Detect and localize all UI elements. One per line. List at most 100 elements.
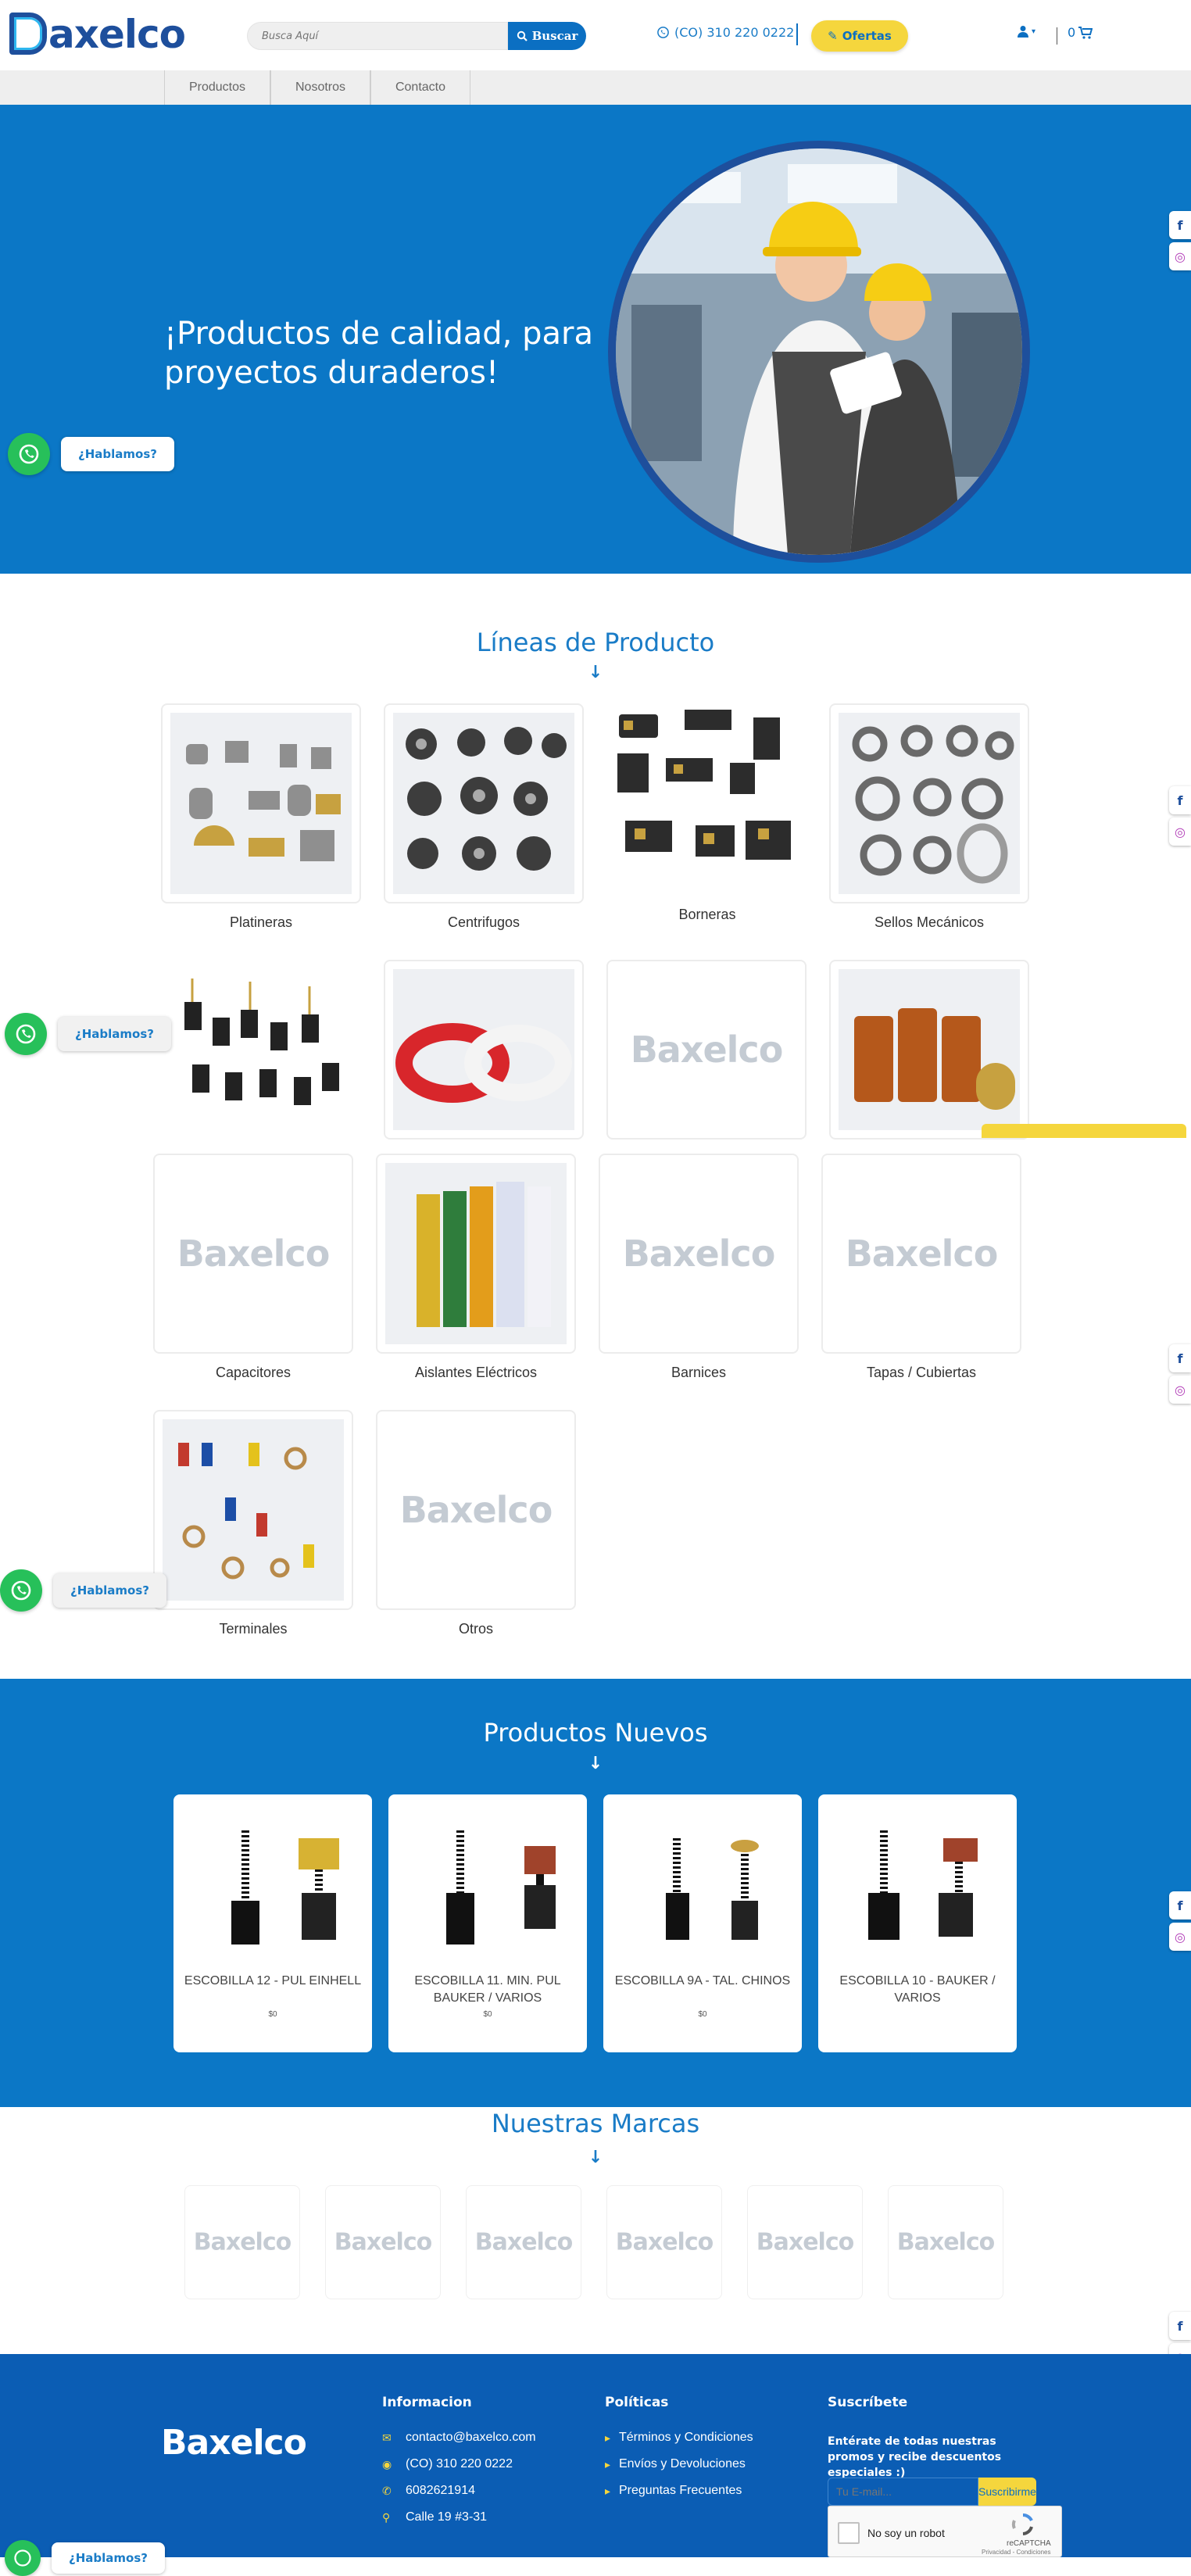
category-label[interactable]: Otros	[376, 1621, 576, 1637]
category-label[interactable]: Terminales	[153, 1621, 353, 1637]
caret-down-icon: ▾	[1032, 27, 1036, 36]
footer-email[interactable]: ✉ contacto@baxelco.com	[382, 2431, 536, 2445]
category-label[interactable]: Aislantes Eléctricos	[376, 1365, 576, 1381]
whatsapp-chat[interactable]: ¿Hablamos?	[8, 433, 174, 475]
instagram-icon[interactable]: ◎	[1169, 242, 1191, 270]
product-name: ESCOBILLA 11. MIN. PUL BAUKER / VARIOS	[414, 1974, 561, 2005]
lineas-title: Líneas de Producto	[476, 628, 715, 657]
whatsapp-bubble[interactable]: ¿Hablamos?	[61, 437, 174, 471]
category-label[interactable]: Tapas / Cubiertas	[821, 1365, 1021, 1381]
category-card-placeholder[interactable]: Baxelco	[606, 960, 807, 1140]
whatsapp-bubble[interactable]: ¿Hablamos?	[52, 2542, 165, 2574]
whatsapp-icon[interactable]	[0, 1569, 42, 1612]
nuevos-title: Productos Nuevos	[483, 1718, 708, 1748]
footer-email-text: contacto@baxelco.com	[406, 2431, 536, 2444]
brand-card[interactable]: Baxelco	[466, 2185, 581, 2299]
footer-policies-title: Políticas	[605, 2395, 669, 2410]
category-card-tapas[interactable]: Baxelco	[821, 1154, 1021, 1354]
category-label[interactable]: Centrifugos	[384, 914, 584, 931]
brand-card[interactable]: Baxelco	[606, 2185, 722, 2299]
whatsapp-bubble[interactable]: ¿Hablamos?	[58, 1017, 171, 1051]
brand-card[interactable]: Baxelco	[325, 2185, 441, 2299]
brand-card[interactable]: Baxelco	[747, 2185, 863, 2299]
search-button[interactable]: Buscar	[508, 22, 586, 50]
marcas-title: Nuestras Marcas	[491, 2109, 700, 2138]
category-card-capacitores[interactable]: Baxelco	[153, 1154, 353, 1354]
facebook-icon[interactable]: f	[1169, 211, 1191, 239]
brand-card[interactable]: Baxelco	[888, 2185, 1003, 2299]
user-icon	[1018, 26, 1028, 38]
footer-address: ⚲ Calle 19 #3-31	[382, 2510, 487, 2524]
whatsapp-icon[interactable]	[5, 1013, 47, 1055]
category-thumb-escobillas[interactable]	[169, 971, 347, 1119]
facebook-icon[interactable]: f	[1169, 786, 1191, 814]
user-menu[interactable]: ▾	[1018, 25, 1035, 38]
nav-item-productos[interactable]: Productos	[164, 70, 270, 105]
footer-policy-link[interactable]: ▸ Preguntas Frecuentes	[605, 2484, 742, 2498]
category-image	[839, 713, 1020, 894]
product-image	[231, 1830, 339, 1945]
subscribe-form: Suscribirme	[828, 2478, 1036, 2506]
category-card-borneras[interactable]	[610, 703, 802, 888]
footer-policy-link[interactable]: ▸ Términos y Condiciones	[605, 2431, 753, 2445]
whatsapp-icon	[657, 27, 669, 38]
placeholder-logo: Baxelco	[399, 1489, 553, 1531]
ofertas-button[interactable]: ✎ Ofertas	[811, 20, 908, 52]
category-card-platineras[interactable]	[161, 703, 361, 903]
ofertas-label: Ofertas	[842, 29, 892, 43]
category-card-sellos-mecanicos[interactable]	[829, 703, 1029, 903]
whatsapp-icon[interactable]	[8, 433, 50, 475]
subscribe-button[interactable]: Suscribirme	[978, 2478, 1036, 2506]
footer-subscribe-text: Entérate de todas nuestras promos y reci…	[828, 2435, 1002, 2479]
category-card-centrifugos[interactable]	[384, 703, 584, 903]
product-card[interactable]: ESCOBILLA 9A - TAL. CHINOS $0	[603, 1794, 802, 2052]
facebook-icon[interactable]: f	[1169, 2312, 1191, 2340]
category-label[interactable]: Barnices	[599, 1365, 799, 1381]
category-card-alambres[interactable]	[829, 960, 1029, 1140]
cart-button[interactable]: 0	[1068, 25, 1093, 40]
side-social-bar: f ◎	[1169, 1891, 1191, 1951]
whatsapp-icon[interactable]	[5, 2540, 41, 2576]
facebook-icon[interactable]: f	[1169, 1344, 1191, 1372]
recaptcha-brand: reCAPTCHA	[1007, 2539, 1051, 2548]
recaptcha-checkbox[interactable]	[838, 2522, 860, 2544]
category-card-cables[interactable]	[384, 960, 584, 1140]
main-nav: Productos Nosotros Contacto	[0, 70, 1191, 105]
footer-address-text: Calle 19 #3-31	[406, 2510, 488, 2524]
instagram-icon[interactable]: ◎	[1169, 1376, 1191, 1404]
search-input[interactable]	[247, 22, 508, 50]
instagram-icon[interactable]: ◎	[1169, 1923, 1191, 1951]
facebook-icon[interactable]: f	[1169, 1891, 1191, 1919]
subscribe-email-input[interactable]	[828, 2478, 978, 2506]
category-card-aislantes[interactable]	[376, 1154, 576, 1354]
category-label[interactable]: Platineras	[161, 914, 361, 931]
instagram-icon[interactable]: ◎	[1169, 818, 1191, 846]
whatsapp-chat[interactable]: ¿Hablamos?	[0, 1569, 166, 1612]
product-card[interactable]: ESCOBILLA 11. MIN. PUL BAUKER / VARIOS $…	[388, 1794, 587, 2052]
whatsapp-bubble[interactable]: ¿Hablamos?	[53, 1573, 166, 1608]
brand-card[interactable]: Baxelco	[184, 2185, 300, 2299]
side-social-bar: f ◎	[1169, 211, 1191, 270]
footer-policy-link[interactable]: ▸ Envíos y Devoluciones	[605, 2457, 746, 2471]
product-card[interactable]: ESCOBILLA 12 - PUL EINHELL $0	[173, 1794, 372, 2052]
category-card-terminales[interactable]	[153, 1410, 353, 1610]
recaptcha-links[interactable]: Privacidad - Condiciones	[982, 2549, 1051, 2556]
category-card-barnices[interactable]: Baxelco	[599, 1154, 799, 1354]
product-image	[666, 1838, 759, 1940]
header-phone[interactable]: (CO) 310 220 0222	[656, 25, 794, 40]
category-label[interactable]: Capacitores	[153, 1365, 353, 1381]
category-card-otros[interactable]: Baxelco	[376, 1410, 576, 1610]
category-label[interactable]: Sellos Mecánicos	[829, 914, 1029, 931]
nav-item-contacto[interactable]: Contacto	[370, 70, 470, 105]
product-price: $0	[268, 2010, 277, 2019]
site-logo[interactable]: Baxelco	[9, 11, 186, 58]
product-card[interactable]: ESCOBILLA 10 - BAUKER / VARIOS	[818, 1794, 1017, 2052]
whatsapp-chat[interactable]: ¿Hablamos?	[5, 2540, 165, 2576]
footer-logo[interactable]: Baxelco	[161, 2423, 307, 2463]
footer-phone[interactable]: ✆ 6082621914	[382, 2484, 475, 2498]
whatsapp-chat[interactable]: ¿Hablamos?	[5, 1013, 171, 1055]
nav-item-nosotros[interactable]: Nosotros	[270, 70, 370, 105]
product-price: $0	[698, 2010, 707, 2019]
category-label[interactable]: Borneras	[607, 907, 807, 923]
footer-whatsapp[interactable]: ◉ (CO) 310 220 0222	[382, 2457, 513, 2471]
